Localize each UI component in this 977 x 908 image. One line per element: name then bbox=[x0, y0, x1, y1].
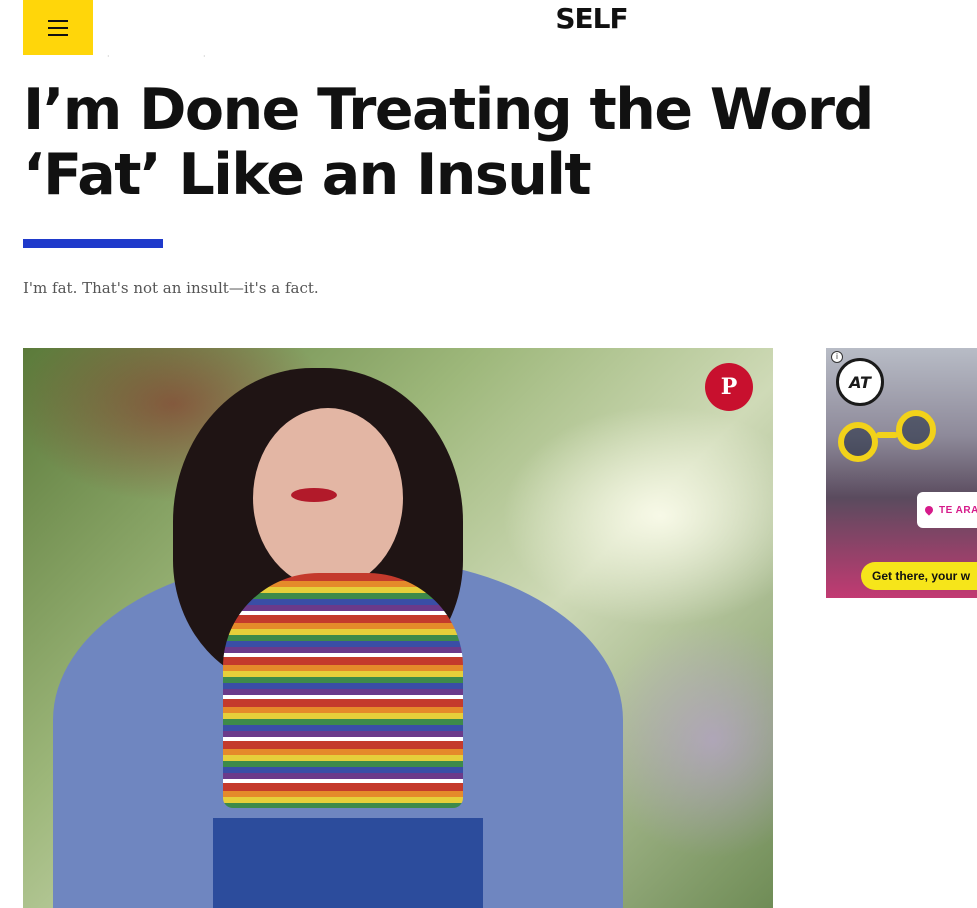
hero-figure-jeans bbox=[213, 818, 483, 908]
hero-figure-lips bbox=[291, 488, 337, 502]
ad-location-chip: TE ARA I bbox=[917, 492, 977, 528]
ad-info-icon[interactable]: i bbox=[831, 351, 843, 363]
advertisement[interactable]: i AT TE ARA I Get there, your w bbox=[826, 348, 977, 598]
ad-cta-button[interactable]: Get there, your w bbox=[861, 562, 977, 590]
hamburger-icon bbox=[48, 19, 68, 36]
hero-image bbox=[23, 348, 773, 908]
article-dek: I'm fat. That's not an insult—it's a fac… bbox=[23, 279, 319, 297]
menu-button[interactable] bbox=[23, 0, 93, 55]
pinterest-icon: P bbox=[720, 374, 738, 400]
self-logo[interactable]: SELF bbox=[103, 2, 977, 35]
separator-dot: · bbox=[203, 52, 206, 61]
location-pin-icon bbox=[923, 504, 935, 516]
headline-accent-rule bbox=[23, 239, 163, 248]
ad-location-label: TE ARA I bbox=[939, 504, 977, 516]
at-logo: AT bbox=[836, 358, 884, 406]
pinterest-share-button[interactable]: P bbox=[705, 363, 753, 411]
article-headline: I’m Done Treating the Word ‘Fat’ Like an… bbox=[23, 77, 874, 208]
hero-figure-striped-shirt bbox=[223, 573, 463, 808]
sunglasses-graphic bbox=[838, 410, 948, 470]
separator-dot: · bbox=[107, 52, 110, 61]
